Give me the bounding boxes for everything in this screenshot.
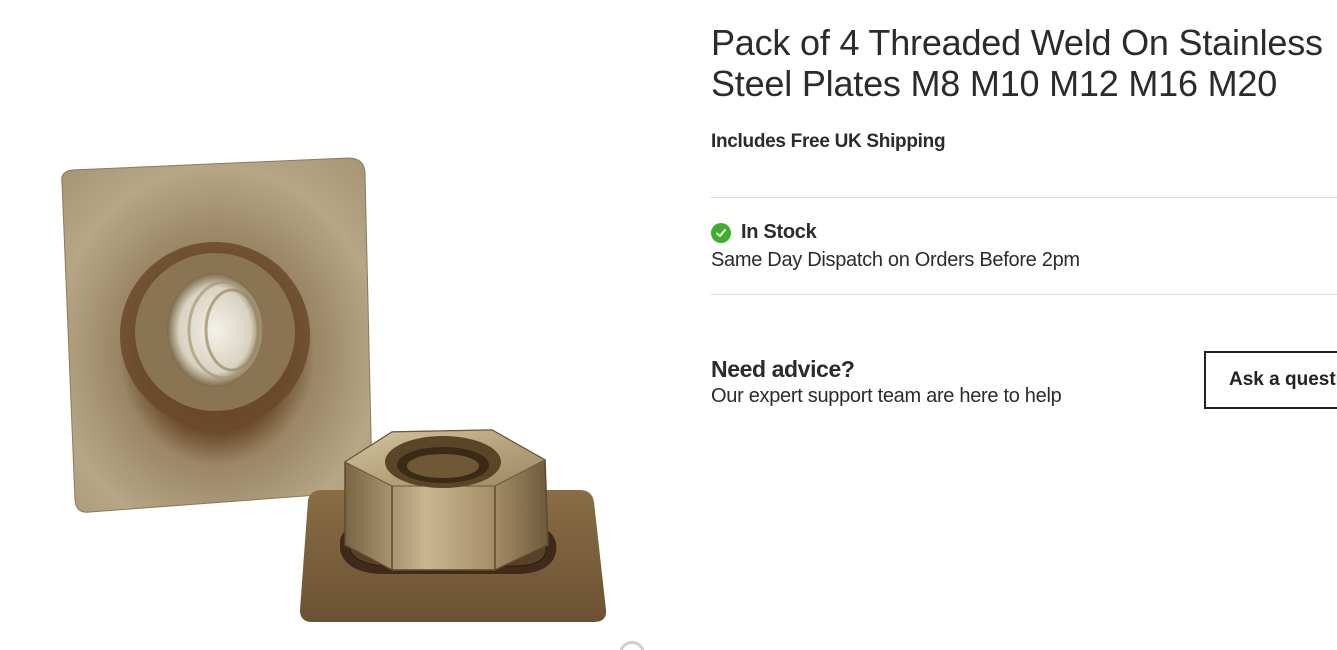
advice-title: Need advice? <box>711 356 855 382</box>
divider <box>711 197 1337 198</box>
check-circle-icon <box>711 222 731 243</box>
stock-label: In Stock <box>741 221 817 243</box>
product-title: Pack of 4 Threaded Weld On Stainless Ste… <box>711 22 1323 104</box>
shipping-note: Includes Free UK Shipping <box>711 131 946 152</box>
ask-question-button[interactable]: Ask a question <box>1204 351 1337 409</box>
stock-status: In Stock <box>711 221 817 244</box>
advice-subtitle: Our expert support team are here to help <box>711 385 1062 407</box>
product-page: Pack of 4 Threaded Weld On Stainless Ste… <box>0 0 1337 650</box>
dispatch-note: Same Day Dispatch on Orders Before 2pm <box>711 249 1080 271</box>
product-info: Pack of 4 Threaded Weld On Stainless Ste… <box>711 22 1337 409</box>
product-image[interactable] <box>0 0 660 650</box>
product-gallery[interactable] <box>0 0 660 650</box>
divider <box>711 294 1337 295</box>
